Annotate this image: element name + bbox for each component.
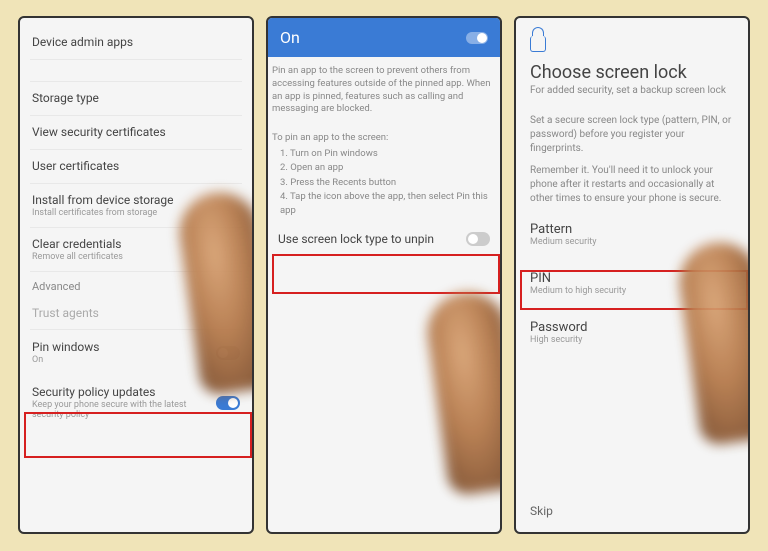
settings-item-storage-type[interactable]: Storage type (30, 82, 242, 116)
lock-option-pattern[interactable]: Pattern Medium security (516, 210, 748, 259)
settings-item-clear-creds[interactable]: Clear credentials Remove all certificate… (30, 228, 242, 272)
phone-screenshot-2: On Pin an app to the screen to prevent o… (266, 16, 502, 534)
phone-screenshot-1: Device admin apps Storage type View secu… (18, 16, 254, 534)
settings-item-user-certs[interactable]: User certificates (30, 150, 242, 184)
settings-item-security-updates[interactable]: Security policy updates Keep your phone … (30, 375, 242, 430)
pin-description: Pin an app to the screen to prevent othe… (268, 57, 500, 124)
steps-list: 1. Turn on Pin windows 2. Open an app 3.… (268, 147, 500, 218)
skip-button[interactable]: Skip (530, 504, 553, 518)
toggle-icon[interactable] (466, 232, 490, 246)
info-text-2: Remember it. You'll need it to unlock yo… (516, 160, 748, 210)
lock-option-password[interactable]: Password High security (516, 308, 748, 357)
settings-item-pin-windows[interactable]: Pin windows On (30, 330, 242, 375)
toggle-icon[interactable] (216, 346, 240, 360)
step-1: 1. Turn on Pin windows (272, 147, 496, 161)
finger-overlay (422, 287, 502, 496)
pin-windows-header: On (268, 18, 500, 57)
setting-use-screenlock-unpin[interactable]: Use screen lock type to unpin (268, 218, 500, 260)
steps-header: To pin an app to the screen: (268, 124, 500, 147)
phone-screenshot-3: Choose screen lock For added security, s… (514, 16, 750, 534)
info-text-1: Set a secure screen lock type (pattern, … (516, 110, 748, 160)
screen-title: Choose screen lock (516, 52, 748, 85)
step-2: 2. Open an app (272, 161, 496, 175)
step-3: 3. Press the Recents button (272, 176, 496, 190)
settings-item-blank (30, 60, 242, 82)
toggle-icon[interactable] (466, 32, 488, 44)
screen-subtitle: For added security, set a backup screen … (516, 85, 748, 110)
lock-option-pin[interactable]: PIN Medium to high security (516, 259, 748, 308)
settings-item-view-certs[interactable]: View security certificates (30, 116, 242, 150)
toggle-icon[interactable] (216, 396, 240, 410)
section-header-advanced: Advanced (30, 272, 242, 297)
settings-item-device-admin[interactable]: Device admin apps (30, 26, 242, 60)
lock-icon (530, 36, 546, 52)
header-title: On (280, 28, 300, 47)
settings-item-install-storage[interactable]: Install from device storage Install cert… (30, 184, 242, 228)
step-4: 4. Tap the icon above the app, then sele… (272, 190, 496, 219)
settings-item-trust-agents[interactable]: Trust agents (30, 297, 242, 330)
